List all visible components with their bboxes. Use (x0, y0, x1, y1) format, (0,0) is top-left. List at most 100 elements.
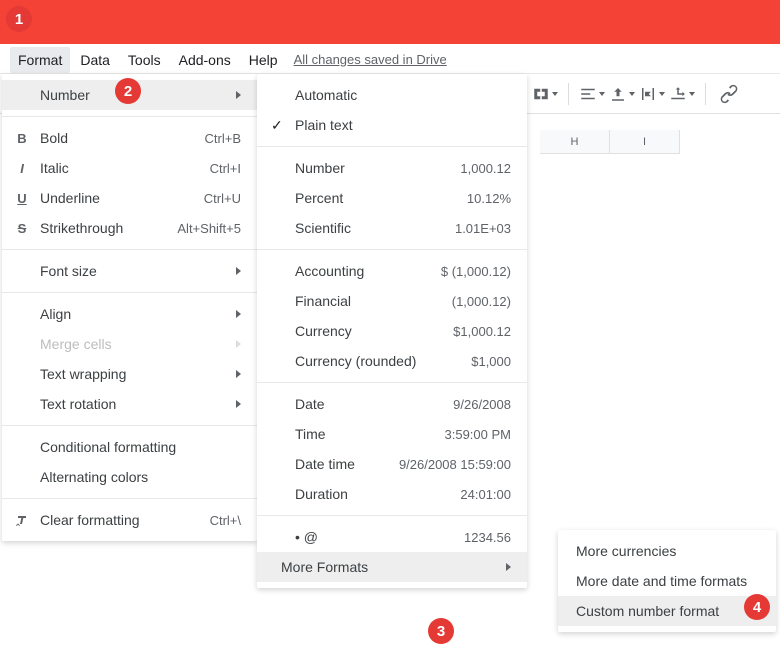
menu-label: Underline (40, 190, 196, 206)
format-bold[interactable]: B Bold Ctrl+B (2, 123, 257, 153)
vertical-align-button[interactable] (609, 81, 635, 107)
format-font-size[interactable]: Font size (2, 256, 257, 286)
submenu-arrow-icon (236, 91, 241, 99)
divider (2, 116, 257, 117)
toolbar-separator (705, 83, 706, 105)
valign-icon (609, 85, 627, 103)
callout-4: 4 (744, 594, 770, 620)
format-strikethrough[interactable]: S Strikethrough Alt+Shift+5 (2, 213, 257, 243)
link-icon (719, 84, 739, 104)
strikethrough-icon: S (12, 221, 32, 236)
format-dropdown: Number B Bold Ctrl+B I Italic Ctrl+I U U… (2, 74, 257, 541)
number-date[interactable]: Date 9/26/2008 (257, 389, 527, 419)
submenu-arrow-icon (236, 267, 241, 275)
number-datetime[interactable]: Date time 9/26/2008 15:59:00 (257, 449, 527, 479)
callout-2: 2 (115, 78, 141, 104)
underline-icon: U (12, 191, 32, 206)
menu-label: Scientific (295, 220, 455, 236)
submenu-arrow-icon (236, 370, 241, 378)
column-header-h[interactable]: H (540, 130, 610, 154)
format-italic[interactable]: I Italic Ctrl+I (2, 153, 257, 183)
divider (2, 498, 257, 499)
divider (257, 515, 527, 516)
check-icon: ✓ (271, 117, 283, 134)
bold-icon: B (12, 131, 32, 146)
format-text-wrapping[interactable]: Text wrapping (2, 359, 257, 389)
menu-label: Time (295, 426, 445, 442)
insert-link-button[interactable] (716, 81, 742, 107)
menu-addons[interactable]: Add-ons (171, 47, 239, 73)
number-dropdown: Automatic ✓ Plain text Number 1,000.12 P… (257, 74, 527, 588)
divider (257, 249, 527, 250)
menu-label: Bold (40, 130, 197, 146)
shortcut: Ctrl+\ (210, 513, 241, 528)
number-more-formats[interactable]: More Formats (257, 552, 527, 582)
number-financial[interactable]: Financial (1,000.12) (257, 286, 527, 316)
menu-label: Duration (295, 486, 460, 502)
more-currencies[interactable]: More currencies (558, 536, 776, 566)
wrap-icon (639, 85, 657, 103)
menu-label: Conditional formatting (40, 439, 241, 455)
number-automatic[interactable]: Automatic (257, 80, 527, 110)
format-merge-cells: Merge cells (2, 329, 257, 359)
number-currency-rounded[interactable]: Currency (rounded) $1,000 (257, 346, 527, 376)
format-example: 9/26/2008 (453, 397, 511, 412)
menu-label: Italic (40, 160, 202, 176)
format-alternating-colors[interactable]: Alternating colors (2, 462, 257, 492)
number-custom-example[interactable]: • @ 1234.56 (257, 522, 527, 552)
format-example: 24:01:00 (460, 487, 511, 502)
number-duration[interactable]: Duration 24:01:00 (257, 479, 527, 509)
align-icon (579, 85, 597, 103)
number-currency[interactable]: Currency $1,000.12 (257, 316, 527, 346)
number-time[interactable]: Time 3:59:00 PM (257, 419, 527, 449)
submenu-arrow-icon (236, 310, 241, 318)
menu-label: Strikethrough (40, 220, 169, 236)
menu-label: Currency (295, 323, 453, 339)
number-number[interactable]: Number 1,000.12 (257, 153, 527, 183)
menu-help[interactable]: Help (241, 47, 286, 73)
format-example: 1.01E+03 (455, 221, 511, 236)
menu-label: • @ (295, 529, 464, 545)
merge-icon (532, 85, 550, 103)
format-conditional[interactable]: Conditional formatting (2, 432, 257, 462)
number-scientific[interactable]: Scientific 1.01E+03 (257, 213, 527, 243)
horizontal-align-button[interactable] (579, 81, 605, 107)
more-formats-dropdown: More currencies More date and time forma… (558, 530, 776, 632)
menu-label: Alternating colors (40, 469, 241, 485)
format-align[interactable]: Align (2, 299, 257, 329)
rotation-icon (669, 85, 687, 103)
divider (2, 425, 257, 426)
format-text-rotation[interactable]: Text rotation (2, 389, 257, 419)
submenu-arrow-icon (506, 563, 511, 571)
text-wrap-button[interactable] (639, 81, 665, 107)
number-plain-text[interactable]: ✓ Plain text (257, 110, 527, 140)
more-date-time-formats[interactable]: More date and time formats (558, 566, 776, 596)
number-accounting[interactable]: Accounting $ (1,000.12) (257, 256, 527, 286)
column-header-i[interactable]: I (610, 130, 680, 154)
drive-status[interactable]: All changes saved in Drive (294, 51, 447, 69)
menubar: Format Data Tools Add-ons Help All chang… (0, 44, 780, 74)
menu-label: Automatic (295, 87, 511, 103)
menu-tools[interactable]: Tools (120, 47, 169, 73)
format-clear[interactable]: Clear formatting Ctrl+\ (2, 505, 257, 535)
text-rotation-button[interactable] (669, 81, 695, 107)
format-example: $1,000 (471, 354, 511, 369)
clear-format-icon (12, 512, 32, 528)
custom-number-format[interactable]: Custom number format (558, 596, 776, 626)
menu-label: Number (295, 160, 460, 176)
shortcut: Ctrl+U (204, 191, 241, 206)
divider (257, 382, 527, 383)
submenu-arrow-icon (236, 340, 241, 348)
menu-label: Merge cells (40, 336, 220, 352)
menu-label: More date and time formats (576, 573, 760, 589)
number-percent[interactable]: Percent 10.12% (257, 183, 527, 213)
toolbar-separator (568, 83, 569, 105)
shortcut: Ctrl+I (210, 161, 241, 176)
menu-data[interactable]: Data (72, 47, 118, 73)
merge-cells-button[interactable] (532, 81, 558, 107)
menu-label: Date time (295, 456, 399, 472)
format-underline[interactable]: U Underline Ctrl+U (2, 183, 257, 213)
menu-label: Financial (295, 293, 452, 309)
format-example: 3:59:00 PM (445, 427, 512, 442)
menu-format[interactable]: Format (10, 47, 70, 73)
